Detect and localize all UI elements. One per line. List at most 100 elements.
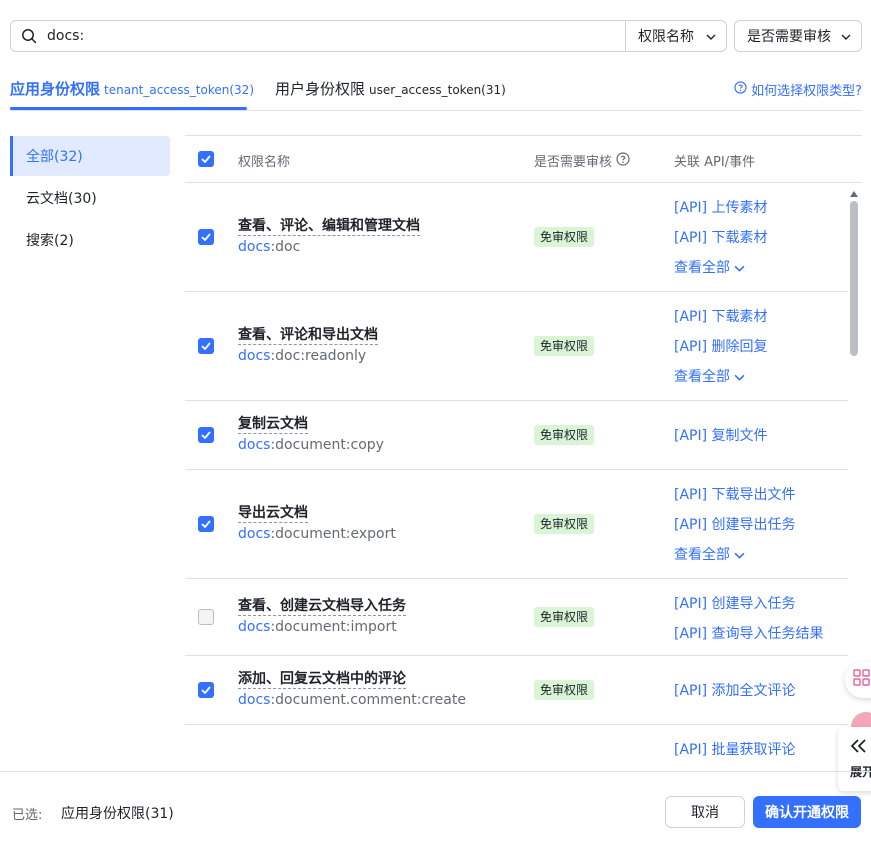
scroll-up-arrow[interactable]	[850, 186, 858, 197]
view-all-label: 查看全部	[674, 547, 730, 563]
view-all-label: 查看全部	[674, 260, 730, 276]
permission-table-body: 查看、评论、编辑和管理文档 docs:doc 免审权限 [API] 上传素材 […	[185, 183, 848, 770]
footer-bar: 已选: 应用身份权限(31) 取消 确认开通权限	[0, 771, 871, 851]
permission-scope: docs:document.comment:create	[238, 692, 466, 708]
row-checkbox[interactable]	[198, 427, 214, 443]
tab-user-access[interactable]: 用户身份权限 user_access_token(31)	[275, 78, 506, 99]
sidebar-item-cloud-docs[interactable]: 云文档(30)	[10, 178, 170, 218]
header-review-required: 是否需要审核	[534, 151, 630, 170]
tab-tenant-access[interactable]: 应用身份权限 tenant_access_token(32)	[10, 78, 254, 99]
chevron-down-icon	[734, 369, 745, 385]
selected-value: 应用身份权限(31)	[61, 806, 174, 822]
view-all-label: 查看全部	[674, 369, 730, 385]
scope-rest: :document:copy	[270, 437, 384, 453]
scope-rest: :document.comment:create	[270, 692, 466, 708]
api-link[interactable]: [API] 删除回复	[674, 336, 768, 356]
table-row: [API] 批量获取评论	[185, 725, 848, 770]
api-link[interactable]: [API] 查询导入任务结果	[674, 623, 824, 643]
search-icon	[11, 28, 47, 44]
permission-scope: docs:doc	[238, 239, 300, 255]
scrollbar-thumb[interactable]	[850, 201, 858, 356]
api-link[interactable]: [API] 下载素材	[674, 306, 768, 326]
permission-scope: docs:document:export	[238, 526, 396, 542]
tab-user-label: 用户身份权限	[275, 80, 366, 98]
table-row: 查看、创建云文档导入任务 docs:document:import 免审权限 […	[185, 579, 848, 656]
table-header: 权限名称 是否需要审核 关联 API/事件	[185, 135, 862, 183]
permission-scope: docs:document:import	[238, 619, 397, 635]
permission-scope: docs:document:copy	[238, 437, 384, 453]
row-checkbox[interactable]	[198, 338, 214, 354]
view-all-link[interactable]: 查看全部	[674, 257, 745, 277]
row-checkbox[interactable]	[198, 229, 214, 245]
permission-type-help-link[interactable]: 如何选择权限类型?	[734, 80, 862, 99]
row-checkbox[interactable]	[198, 682, 214, 698]
field-select-label: 权限名称	[638, 29, 694, 45]
scope-rest: :document:import	[270, 619, 397, 635]
field-select[interactable]: 权限名称	[625, 21, 726, 51]
api-link[interactable]: [API] 下载导出文件	[674, 484, 796, 504]
selected-label: 已选:	[12, 808, 43, 823]
review-select-label: 是否需要审核	[747, 29, 831, 45]
tab-tenant-token: tenant_access_token(32)	[104, 83, 254, 97]
header-review-label: 是否需要审核	[534, 155, 613, 170]
chevron-down-icon	[734, 547, 745, 563]
view-all-link[interactable]: 查看全部	[674, 366, 745, 386]
question-circle-icon	[734, 81, 747, 98]
search-input[interactable]	[47, 21, 625, 51]
api-link[interactable]: [API] 上传素材	[674, 197, 768, 217]
no-review-badge: 免审权限	[534, 514, 595, 534]
api-link[interactable]: [API] 批量获取评论	[674, 739, 796, 759]
sidebar-item-all[interactable]: 全部(32)	[10, 136, 170, 176]
floating-app-button[interactable]	[845, 662, 871, 698]
header-permission-name: 权限名称	[238, 155, 291, 170]
scope-prefix: docs	[238, 437, 271, 453]
api-link[interactable]: [API] 下载素材	[674, 227, 768, 247]
row-checkbox[interactable]	[198, 516, 214, 532]
permission-name: 查看、创建云文档导入任务	[238, 598, 406, 616]
header-related-api: 关联 API/事件	[674, 155, 756, 170]
tab-tenant-label: 应用身份权限	[10, 80, 101, 98]
select-all-checkbox[interactable]	[198, 151, 214, 167]
api-link[interactable]: [API] 创建导出任务	[674, 514, 796, 534]
double-chevron-left-icon	[850, 739, 868, 757]
table-row: 查看、评论和导出文档 docs:doc:readonly 免审权限 [API] …	[185, 292, 848, 401]
permission-name: 查看、评论和导出文档	[238, 327, 378, 345]
review-select[interactable]: 是否需要审核	[734, 20, 862, 52]
chevron-down-icon	[706, 28, 716, 44]
confirm-enable-button[interactable]: 确认开通权限	[753, 796, 861, 828]
table-row: 复制云文档 docs:document:copy 免审权限 [API] 复制文件	[185, 401, 848, 470]
identity-tabs: 应用身份权限 tenant_access_token(32) 用户身份权限 user…	[10, 66, 862, 111]
grid-icon	[853, 669, 871, 691]
view-all-link[interactable]: 查看全部	[674, 544, 745, 564]
permission-name: 添加、回复云文档中的评论	[238, 671, 406, 689]
permission-scope: docs:doc:readonly	[238, 348, 366, 364]
table-row: 查看、评论、编辑和管理文档 docs:doc 免审权限 [API] 上传素材 […	[185, 183, 848, 292]
no-review-badge: 免审权限	[534, 336, 595, 356]
sidebar-item-label: 云文档(30)	[26, 191, 97, 207]
table-row: 导出云文档 docs:document:export 免审权限 [API] 下载…	[185, 470, 848, 579]
scope-prefix: docs	[238, 692, 271, 708]
sidebar-item-search[interactable]: 搜索(2)	[10, 220, 170, 260]
table-row: 添加、回复云文档中的评论 docs:document.comment:creat…	[185, 656, 848, 725]
no-review-badge: 免审权限	[534, 227, 595, 247]
chevron-down-icon	[734, 260, 745, 276]
scope-rest: :doc:readonly	[270, 348, 367, 364]
cancel-button[interactable]: 取消	[665, 796, 745, 828]
search-box[interactable]: 权限名称	[10, 20, 727, 52]
no-review-badge: 免审权限	[534, 680, 595, 700]
permission-name: 查看、评论、编辑和管理文档	[238, 218, 420, 236]
api-link[interactable]: [API] 复制文件	[674, 425, 768, 445]
no-review-badge: 免审权限	[534, 425, 595, 445]
permission-name: 导出云文档	[238, 505, 308, 523]
help-link-label: 如何选择权限类型?	[751, 84, 862, 99]
row-checkbox[interactable]	[198, 609, 214, 625]
scope-rest: :doc	[270, 239, 301, 255]
chevron-down-icon	[841, 28, 851, 44]
api-link[interactable]: [API] 添加全文评论	[674, 680, 796, 700]
api-link[interactable]: [API] 创建导入任务	[674, 593, 796, 613]
sidebar-item-label: 搜索(2)	[26, 233, 74, 249]
question-circle-icon[interactable]	[616, 151, 630, 170]
permission-name: 复制云文档	[238, 416, 308, 434]
tab-user-token: user_access_token(31)	[369, 83, 506, 97]
scope-prefix: docs	[238, 526, 271, 542]
